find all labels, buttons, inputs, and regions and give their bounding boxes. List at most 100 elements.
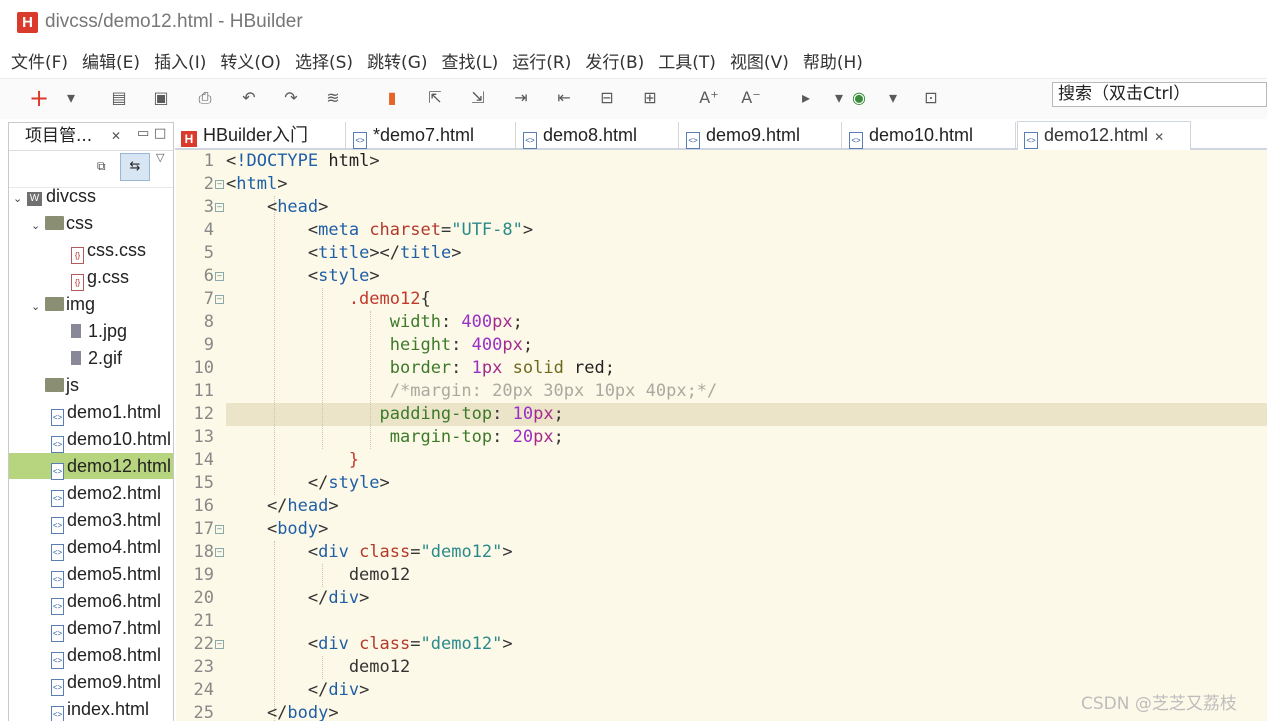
run-icon[interactable]: ▸ <box>795 87 817 109</box>
browser-chrome-icon[interactable]: ◉ <box>848 87 870 109</box>
fold-toggle-icon[interactable]: − <box>215 640 224 649</box>
code-line[interactable]: </head> <box>226 495 339 518</box>
code-line[interactable]: demo12 <box>226 564 410 587</box>
code-line[interactable]: <style> <box>226 265 380 288</box>
tree-item-html[interactable]: <> demo6.html <box>9 588 173 615</box>
outdent-icon[interactable]: ⇤ <box>553 87 575 109</box>
indent-icon[interactable]: ⇥ <box>510 87 532 109</box>
menu-item[interactable]: 跳转(G) <box>360 48 434 73</box>
expand-chevron-icon[interactable]: ⌄ <box>13 186 27 212</box>
tree-item-html[interactable]: <> demo9.html <box>9 669 173 696</box>
format-icon[interactable]: ≋ <box>322 87 344 109</box>
code-line[interactable]: /*margin: 20px 30px 10px 40px;*/ <box>226 380 718 403</box>
menu-item[interactable]: 选择(S) <box>288 48 360 73</box>
undo-icon[interactable]: ↶ <box>238 87 260 109</box>
tree-item-file[interactable]: 1.jpg <box>9 318 173 344</box>
tree-item-css[interactable]: {} css.css <box>9 237 173 264</box>
tree-item-html[interactable]: <> demo2.html <box>9 480 173 507</box>
dropdown-icon[interactable]: ▾ <box>828 87 850 109</box>
fold-toggle-icon[interactable]: − <box>215 203 224 212</box>
editor-tab[interactable]: H HBuilder入门 <box>175 122 346 148</box>
menu-item[interactable]: 运行(R) <box>505 48 578 73</box>
export-icon[interactable]: ⇲ <box>467 87 489 109</box>
code-line[interactable]: padding-top: 10px; <box>226 403 564 426</box>
minimize-icon[interactable]: ▭ <box>137 123 149 147</box>
editor-tab[interactable]: <> *demo7.html <box>347 122 516 149</box>
save-icon[interactable]: ▤ <box>108 87 130 109</box>
tree-item-project[interactable]: ⌄ Wdivcss <box>9 183 173 212</box>
tree-item-html[interactable]: <> demo3.html <box>9 507 173 534</box>
code-line[interactable]: </div> <box>226 587 369 610</box>
menu-item[interactable]: 转义(O) <box>213 48 288 73</box>
font-increase-icon[interactable]: A⁺ <box>698 87 720 109</box>
code-line[interactable]: } <box>226 449 359 472</box>
menu-item[interactable]: 发行(B) <box>578 48 651 73</box>
code-line[interactable]: .demo12{ <box>226 288 431 311</box>
editor-tab[interactable]: <> demo10.html <box>843 122 1016 149</box>
menu-item[interactable]: 视图(V) <box>723 48 796 73</box>
search-input[interactable]: 搜索（双击Ctrl） <box>1052 82 1267 107</box>
tree-item-html[interactable]: <> demo4.html <box>9 534 173 561</box>
code-line[interactable]: border: 1px solid red; <box>226 357 615 380</box>
code-line[interactable]: <title></title> <box>226 242 462 265</box>
code-line[interactable]: </style> <box>226 472 390 495</box>
close-icon[interactable]: ✕ <box>111 123 121 149</box>
tree-item-html[interactable]: <> demo1.html <box>9 399 173 426</box>
tree-item-html[interactable]: <> demo12.html <box>9 453 173 480</box>
save-all-icon[interactable]: ▣ <box>150 87 172 109</box>
code-line[interactable]: <body> <box>226 518 328 541</box>
expand-chevron-icon[interactable]: ⌄ <box>31 213 45 239</box>
print-icon[interactable]: ⎙ <box>194 87 216 109</box>
font-decrease-icon[interactable]: A⁻ <box>740 87 762 109</box>
new-icon[interactable]: + <box>28 86 50 110</box>
tree-item-folder[interactable]: ⌄ img <box>9 291 173 320</box>
dropdown-icon[interactable]: ▾ <box>60 87 82 109</box>
editor-tab[interactable]: <> demo12.html ✕ <box>1017 121 1191 150</box>
code-line[interactable]: <head> <box>226 196 328 219</box>
menu-item[interactable]: 插入(I) <box>147 48 213 73</box>
fold-toggle-icon[interactable]: − <box>215 548 224 557</box>
code-line[interactable]: </div> <box>226 679 369 702</box>
preview-icon[interactable]: ⊡ <box>920 87 942 109</box>
code-line[interactable]: height: 400px; <box>226 334 533 357</box>
tree-item-file[interactable]: 2.gif <box>9 345 173 371</box>
code-line[interactable]: <div class="demo12"> <box>226 541 513 564</box>
expand-chevron-icon[interactable]: ⌄ <box>31 294 45 320</box>
close-tab-icon[interactable]: ✕ <box>1154 130 1164 144</box>
menu-item[interactable]: 工具(T) <box>651 48 723 73</box>
link-editor-icon[interactable]: ⇆ <box>120 153 150 181</box>
code-line[interactable]: width: 400px; <box>226 311 523 334</box>
tree-item-html[interactable]: <> demo10.html <box>9 426 173 453</box>
redo-icon[interactable]: ↷ <box>280 87 302 109</box>
menu-item[interactable]: 帮助(H) <box>796 48 870 73</box>
code-editor[interactable]: 1 <!DOCTYPE html> 2− <html> 3− <head> 4 <meta… <box>176 150 1267 721</box>
fold-toggle-icon[interactable]: − <box>215 525 224 534</box>
tree-item-html[interactable]: <> demo8.html <box>9 642 173 669</box>
menu-item[interactable]: 查找(L) <box>435 48 506 73</box>
editor-tab[interactable]: <> demo9.html <box>680 122 842 149</box>
bookmark-icon[interactable]: ▮ <box>381 87 403 109</box>
code-line[interactable]: <html> <box>226 173 287 196</box>
code-line[interactable]: margin-top: 20px; <box>226 426 564 449</box>
uncomment-icon[interactable]: ⊞ <box>639 87 661 109</box>
tree-item-html[interactable]: <> index.html <box>9 696 173 721</box>
view-menu-icon[interactable]: ▽ <box>156 151 164 164</box>
tree-item-css[interactable]: {} g.css <box>9 264 173 291</box>
comment-icon[interactable]: ⊟ <box>596 87 618 109</box>
code-line[interactable]: <meta charset="UTF-8"> <box>226 219 533 242</box>
code-line[interactable]: <div class="demo12"> <box>226 633 513 656</box>
tree-item-folder[interactable]: js <box>9 372 173 398</box>
code-line[interactable]: <!DOCTYPE html> <box>226 150 380 173</box>
code-line[interactable]: </body> <box>226 702 339 721</box>
collapse-all-icon[interactable]: ⧉ <box>97 159 106 174</box>
fold-toggle-icon[interactable]: − <box>215 272 224 281</box>
fold-toggle-icon[interactable]: − <box>215 295 224 304</box>
code-line[interactable]: demo12 <box>226 656 410 679</box>
tree-item-html[interactable]: <> demo7.html <box>9 615 173 642</box>
tree-item-html[interactable]: <> demo5.html <box>9 561 173 588</box>
menu-item[interactable]: 编辑(E) <box>75 48 147 73</box>
menu-item[interactable]: 文件(F) <box>4 48 75 73</box>
dropdown-icon[interactable]: ▾ <box>882 87 904 109</box>
tree-item-folder[interactable]: ⌄ css <box>9 210 173 239</box>
editor-tab[interactable]: <> demo8.html <box>517 122 679 149</box>
